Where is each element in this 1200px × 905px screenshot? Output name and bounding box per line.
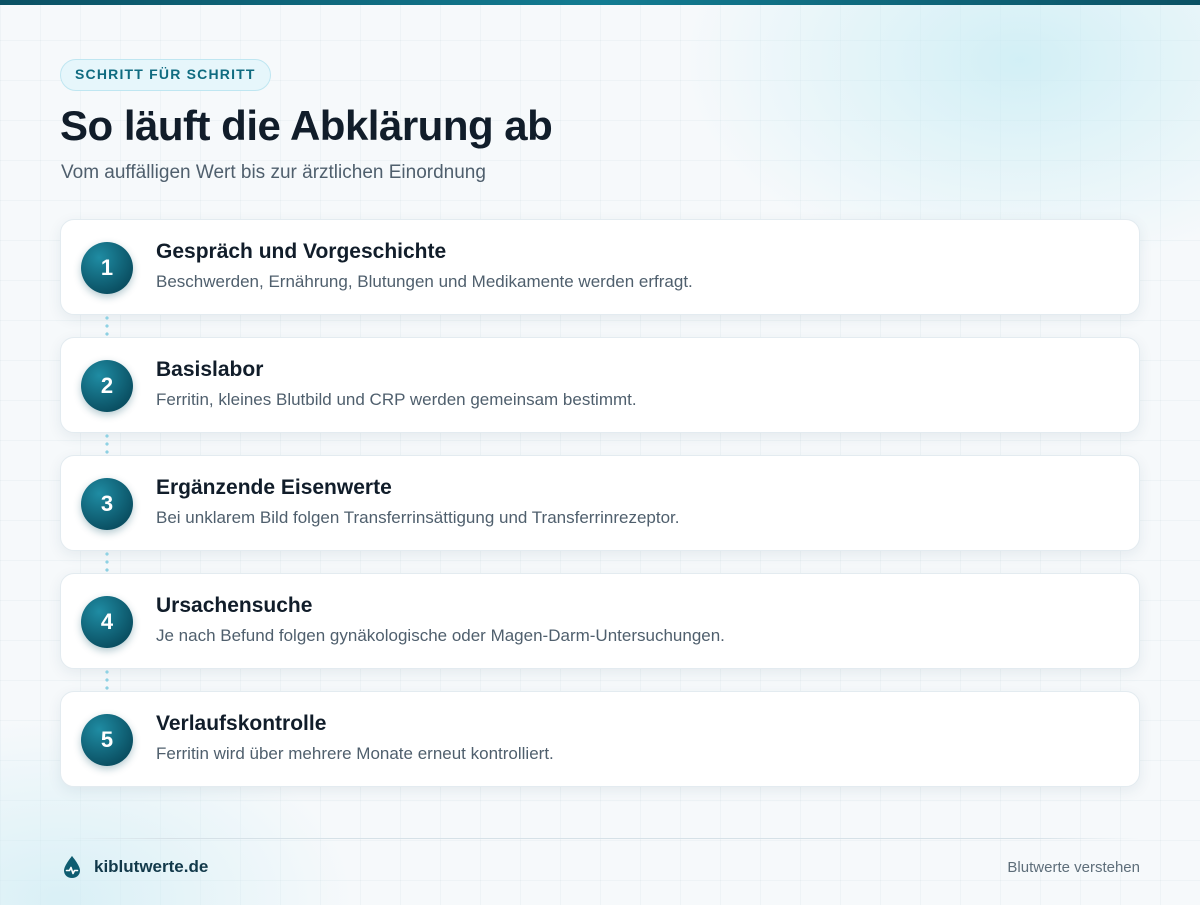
step-card: 2 Basislabor Ferritin, kleines Blutbild … bbox=[60, 337, 1140, 456]
steps-list: 1 Gespräch und Vorgeschichte Beschwerden… bbox=[60, 219, 1140, 787]
footer-tagline: Blutwerte verstehen bbox=[1007, 859, 1140, 876]
footer-divider bbox=[60, 838, 1140, 839]
step-card: 3 Ergänzende Eisenwerte Bei unklarem Bil… bbox=[60, 455, 1140, 574]
step-number-badge: 2 bbox=[81, 360, 133, 412]
step-card: 4 Ursachensuche Je nach Befund folgen gy… bbox=[60, 573, 1140, 692]
top-accent-bar bbox=[0, 0, 1200, 5]
step-description: Ferritin, kleines Blutbild und CRP werde… bbox=[156, 390, 637, 409]
step-number-badge: 1 bbox=[81, 242, 133, 294]
step-description: Bei unklarem Bild folgen Transferrinsätt… bbox=[156, 508, 680, 527]
step-number-badge: 3 bbox=[81, 478, 133, 530]
page-title: So läuft die Abklärung ab bbox=[60, 102, 553, 149]
brand[interactable]: kiblutwerte.de bbox=[62, 855, 208, 879]
step-number-badge: 4 bbox=[81, 596, 133, 648]
step-connector bbox=[105, 668, 109, 692]
step-title: Ergänzende Eisenwerte bbox=[156, 476, 392, 499]
step-description: Ferritin wird über mehrere Monate erneut… bbox=[156, 744, 554, 763]
step-connector bbox=[105, 432, 109, 456]
step-number-badge: 5 bbox=[81, 714, 133, 766]
step-connector bbox=[105, 550, 109, 574]
step-title: Gespräch und Vorgeschichte bbox=[156, 240, 447, 263]
page-subtitle: Vom auffälligen Wert bis zur ärztlichen … bbox=[61, 162, 486, 183]
brand-name: kiblutwerte.de bbox=[94, 857, 209, 876]
step-description: Beschwerden, Ernährung, Blutungen und Me… bbox=[156, 272, 693, 291]
blood-drop-icon bbox=[64, 856, 80, 878]
step-title: Basislabor bbox=[156, 358, 264, 381]
eyebrow-badge: SCHRITT FÜR SCHRITT bbox=[60, 59, 271, 91]
step-connector bbox=[105, 314, 109, 338]
step-title: Verlaufskontrolle bbox=[156, 712, 327, 735]
step-card: 1 Gespräch und Vorgeschichte Beschwerden… bbox=[60, 219, 1140, 338]
step-description: Je nach Befund folgen gynäkologische ode… bbox=[156, 626, 725, 645]
step-card: 5 Verlaufskontrolle Ferritin wird über m… bbox=[60, 691, 1140, 787]
step-title: Ursachensuche bbox=[156, 594, 313, 617]
